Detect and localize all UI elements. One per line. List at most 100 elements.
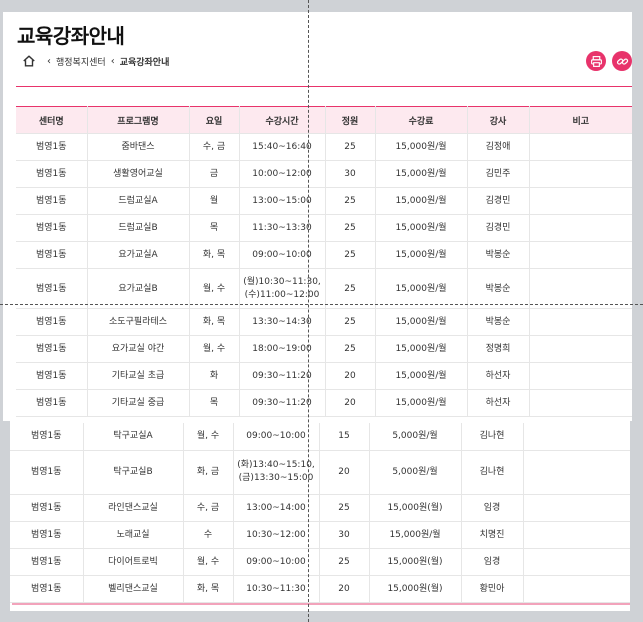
cell-capacity: 30 bbox=[319, 521, 370, 549]
table-header-row: 센터명 프로그램명 요일 수강시간 정원 수강료 강사 비고 bbox=[16, 106, 632, 134]
cell-program: 노래교실 bbox=[83, 521, 184, 549]
cell-program: 요가교실 야간 bbox=[87, 335, 190, 363]
table-row: 범영1동 노래교실 수 10:30~12:00 30 15,000원/월 치명진 bbox=[10, 521, 630, 549]
course-table-bottom: 범영1동 탁구교실A 월, 수 09:00~10:00 15 5,000원/월 김나현 범영1… bbox=[10, 423, 630, 603]
cell-instructor: 김경민 bbox=[467, 214, 530, 242]
cell-capacity: 20 bbox=[325, 389, 376, 417]
cell-program: 기타교실 중급 bbox=[87, 389, 190, 417]
cell-fee: 15,000원/월 bbox=[375, 389, 468, 417]
cell-instructor: 하선자 bbox=[467, 362, 530, 390]
cell-day: 월, 수 bbox=[189, 268, 240, 309]
cell-capacity: 25 bbox=[325, 268, 376, 309]
print-button[interactable] bbox=[586, 51, 606, 71]
link-icon bbox=[616, 58, 628, 65]
cell-time: (화)13:40~15:10, (금)13:30~15:00 bbox=[233, 450, 320, 495]
cell-time: 13:00~15:00 bbox=[239, 187, 326, 215]
toolbar bbox=[586, 51, 632, 71]
cell-time: 18:00~19:00 bbox=[239, 335, 326, 363]
cell-instructor: 김나현 bbox=[461, 450, 524, 495]
cell-center: 범영1동 bbox=[16, 308, 88, 336]
cell-capacity: 15 bbox=[319, 423, 370, 451]
cell-day: 월, 수 bbox=[189, 335, 240, 363]
print-icon bbox=[590, 55, 602, 67]
table-row: 범영1동 기타교실 중급 목 09:30~11:20 20 15,000원/월 하선자 bbox=[16, 389, 632, 417]
home-icon[interactable] bbox=[22, 54, 36, 68]
cell-program: 탁구교실A bbox=[83, 423, 184, 451]
cell-day: 금 bbox=[189, 160, 240, 188]
cell-note bbox=[529, 335, 632, 363]
table-row: 범영1동 소도구필라테스 화, 목 13:30~14:30 25 15,000원/월 박봉순 bbox=[16, 308, 632, 336]
cell-instructor: 박봉순 bbox=[467, 241, 530, 269]
cell-day: 목 bbox=[189, 389, 240, 417]
page-split-guide-horizontal bbox=[0, 304, 643, 305]
table-row: 범영1동 줌바댄스 수, 금 15:40~16:40 25 15,000원/월 김정애 bbox=[16, 133, 632, 161]
cell-capacity: 25 bbox=[325, 241, 376, 269]
cell-capacity: 20 bbox=[319, 450, 370, 495]
cell-day: 월, 수 bbox=[183, 548, 234, 576]
cell-center: 범영1동 bbox=[10, 450, 84, 495]
cell-note bbox=[529, 268, 632, 309]
cell-center: 범영1동 bbox=[16, 187, 88, 215]
cell-note bbox=[523, 521, 630, 549]
table-row: 범영1동 요가교실B 월, 수 (월)10:30~11:30, (수)11:00~12:… bbox=[16, 268, 632, 309]
cell-fee: 15,000원/월 bbox=[375, 362, 468, 390]
cell-time: 09:30~11:20 bbox=[239, 362, 326, 390]
cell-time: 10:30~11:30 bbox=[233, 575, 320, 603]
cell-time: 11:30~13:30 bbox=[239, 214, 326, 242]
cell-program: 라인댄스교실 bbox=[83, 494, 184, 522]
cell-instructor: 박봉순 bbox=[467, 268, 530, 309]
cell-fee: 15,000원/월 bbox=[375, 187, 468, 215]
table-row: 범영1동 다이어트로빅 월, 수 09:00~10:00 25 15,000원(월) 임경 bbox=[10, 548, 630, 576]
cell-time: 10:00~12:00 bbox=[239, 160, 326, 188]
cell-note bbox=[523, 450, 630, 495]
cell-time: 09:30~11:20 bbox=[239, 389, 326, 417]
cell-capacity: 25 bbox=[325, 133, 376, 161]
share-link-button[interactable] bbox=[612, 51, 632, 71]
cell-note bbox=[529, 389, 632, 417]
cell-center: 범영1동 bbox=[16, 133, 88, 161]
cell-center: 범영1동 bbox=[16, 389, 88, 417]
cell-program: 드럼교실A bbox=[87, 187, 190, 215]
cell-day: 월, 수 bbox=[183, 423, 234, 451]
breadcrumb: ‹ 행정복지센터 ‹ 교육강좌안내 bbox=[22, 53, 169, 69]
cell-time: 09:00~10:00 bbox=[233, 423, 320, 451]
cell-day: 화 bbox=[189, 362, 240, 390]
cell-fee: 15,000원(월) bbox=[369, 548, 462, 576]
chevron-left-icon: ‹ bbox=[110, 55, 115, 67]
breadcrumb-item-center[interactable]: 행정복지센터 bbox=[56, 55, 106, 68]
cell-instructor: 치명진 bbox=[461, 521, 524, 549]
cell-instructor: 임경 bbox=[461, 494, 524, 522]
cell-note bbox=[523, 494, 630, 522]
cell-note bbox=[529, 133, 632, 161]
cell-center: 범영1동 bbox=[10, 521, 84, 549]
cell-capacity: 20 bbox=[319, 575, 370, 603]
cell-capacity: 25 bbox=[319, 548, 370, 576]
cell-time: 13:30~14:30 bbox=[239, 308, 326, 336]
cell-time: 09:00~10:00 bbox=[233, 548, 320, 576]
page-title: 교육강좌안내 bbox=[17, 26, 125, 48]
cell-fee: 15,000원/월 bbox=[375, 241, 468, 269]
cell-capacity: 30 bbox=[325, 160, 376, 188]
cell-capacity: 25 bbox=[319, 494, 370, 522]
cell-program: 소도구필라테스 bbox=[87, 308, 190, 336]
cell-instructor: 김경민 bbox=[467, 187, 530, 215]
breadcrumb-item-current[interactable]: 교육강좌안내 bbox=[120, 55, 170, 68]
cell-time: (월)10:30~11:30, (수)11:00~12:00 bbox=[239, 268, 326, 309]
cell-day: 화, 목 bbox=[183, 575, 234, 603]
header-day: 요일 bbox=[189, 106, 240, 134]
cell-time: 15:40~16:40 bbox=[239, 133, 326, 161]
page-split-guide-vertical bbox=[308, 0, 309, 622]
cell-capacity: 20 bbox=[325, 362, 376, 390]
table-row: 범영1동 탁구교실B 화, 금 (화)13:40~15:10, (금)13:30~15:… bbox=[10, 450, 630, 495]
cell-center: 범영1동 bbox=[16, 362, 88, 390]
cell-fee: 5,000원/월 bbox=[369, 423, 462, 451]
cell-day: 목 bbox=[189, 214, 240, 242]
cell-center: 범영1동 bbox=[16, 241, 88, 269]
cell-note bbox=[523, 548, 630, 576]
cell-center: 범영1동 bbox=[10, 494, 84, 522]
table-row: 범영1동 벨리댄스교실 화, 목 10:30~11:30 20 15,000원(월) 황민아 bbox=[10, 575, 630, 603]
header-note: 비고 bbox=[529, 106, 632, 134]
cell-instructor: 김민주 bbox=[467, 160, 530, 188]
cell-day: 화, 금 bbox=[183, 450, 234, 495]
cell-day: 화, 목 bbox=[189, 308, 240, 336]
